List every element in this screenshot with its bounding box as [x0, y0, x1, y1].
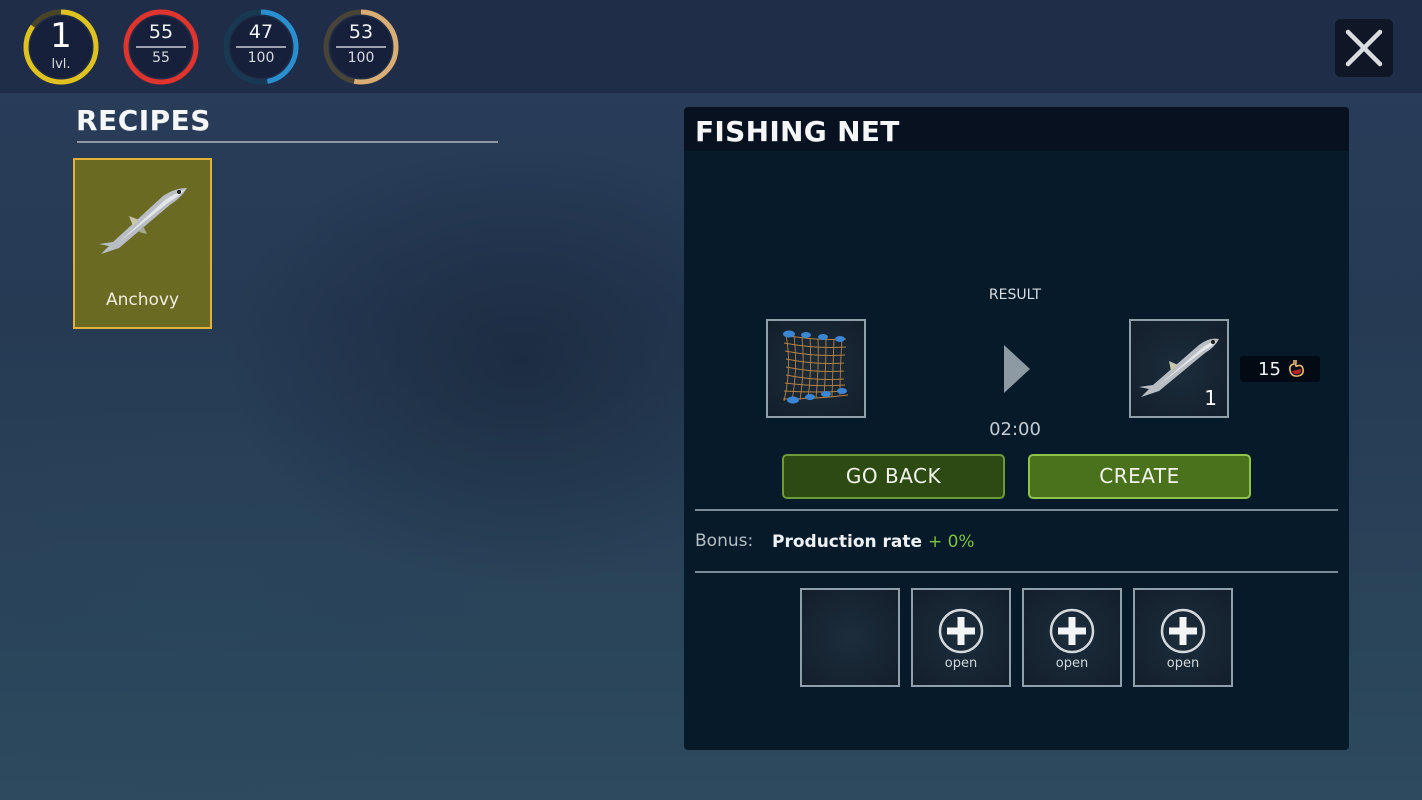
crafting-panel: FISHING NET RESULT 02:00 1 15 GO BACK CR… — [684, 107, 1349, 750]
water-max: 100 — [247, 50, 275, 66]
divider — [695, 571, 1338, 573]
bonus-description: Production rate + 0% — [772, 532, 975, 552]
recipes-heading: RECIPES — [76, 104, 211, 137]
close-icon — [1345, 29, 1383, 67]
craft-timer: 02:00 — [989, 419, 1041, 440]
bonus-label: Bonus: — [695, 531, 754, 551]
recipe-label: Anchovy — [105, 290, 180, 310]
hunger-value: 15 — [1258, 359, 1281, 380]
recipes-divider — [77, 141, 498, 143]
water-indicator: 47 100 — [222, 8, 300, 86]
go-back-button[interactable]: GO BACK — [782, 454, 1005, 499]
slot-open-label: open — [944, 656, 978, 671]
water-current: 47 — [248, 21, 274, 43]
plus-circle-icon — [1160, 608, 1206, 654]
stomach-icon — [1289, 360, 1304, 377]
arrow-right-icon — [1004, 345, 1030, 393]
food-indicator: 53 100 — [322, 8, 400, 86]
bonus-slot-locked[interactable]: open — [1133, 588, 1233, 687]
plus-circle-icon — [1049, 608, 1095, 654]
top-status-bar: 1 lvl. 55 55 47 100 53 100 — [0, 0, 1422, 93]
level-label: lvl. — [51, 57, 71, 72]
slot-open-label: open — [1055, 656, 1089, 671]
bonus-slot-locked[interactable]: open — [1022, 588, 1122, 687]
slot-open-label: open — [1166, 656, 1200, 671]
anchovy-fish-icon — [99, 188, 187, 254]
health-max: 55 — [152, 50, 170, 66]
health-indicator: 55 55 — [122, 8, 200, 86]
bonus-value: + 0% — [927, 532, 975, 552]
close-button[interactable] — [1335, 19, 1393, 77]
food-current: 53 — [348, 21, 374, 43]
panel-header: FISHING NET — [684, 107, 1349, 151]
health-current: 55 — [148, 21, 174, 43]
panel-title: FISHING NET — [695, 115, 900, 148]
level-indicator: 1 lvl. — [22, 8, 100, 86]
ingredient-slot[interactable] — [766, 319, 866, 418]
fishing-net-icon — [782, 330, 849, 404]
bonus-name: Production rate — [772, 532, 923, 552]
result-label: RESULT — [988, 287, 1042, 303]
result-slot[interactable]: 1 — [1129, 319, 1229, 418]
bonus-slot-locked[interactable]: open — [911, 588, 1011, 687]
hunger-badge: 15 — [1240, 356, 1320, 382]
level-value: 1 — [50, 16, 72, 56]
food-max: 100 — [347, 50, 375, 66]
divider — [695, 509, 1338, 511]
plus-circle-icon — [938, 608, 984, 654]
recipe-card-anchovy[interactable]: Anchovy — [73, 158, 212, 329]
bonus-slot-empty[interactable] — [800, 588, 900, 687]
result-quantity: 1 — [1204, 386, 1217, 410]
create-button[interactable]: CREATE — [1028, 454, 1251, 499]
